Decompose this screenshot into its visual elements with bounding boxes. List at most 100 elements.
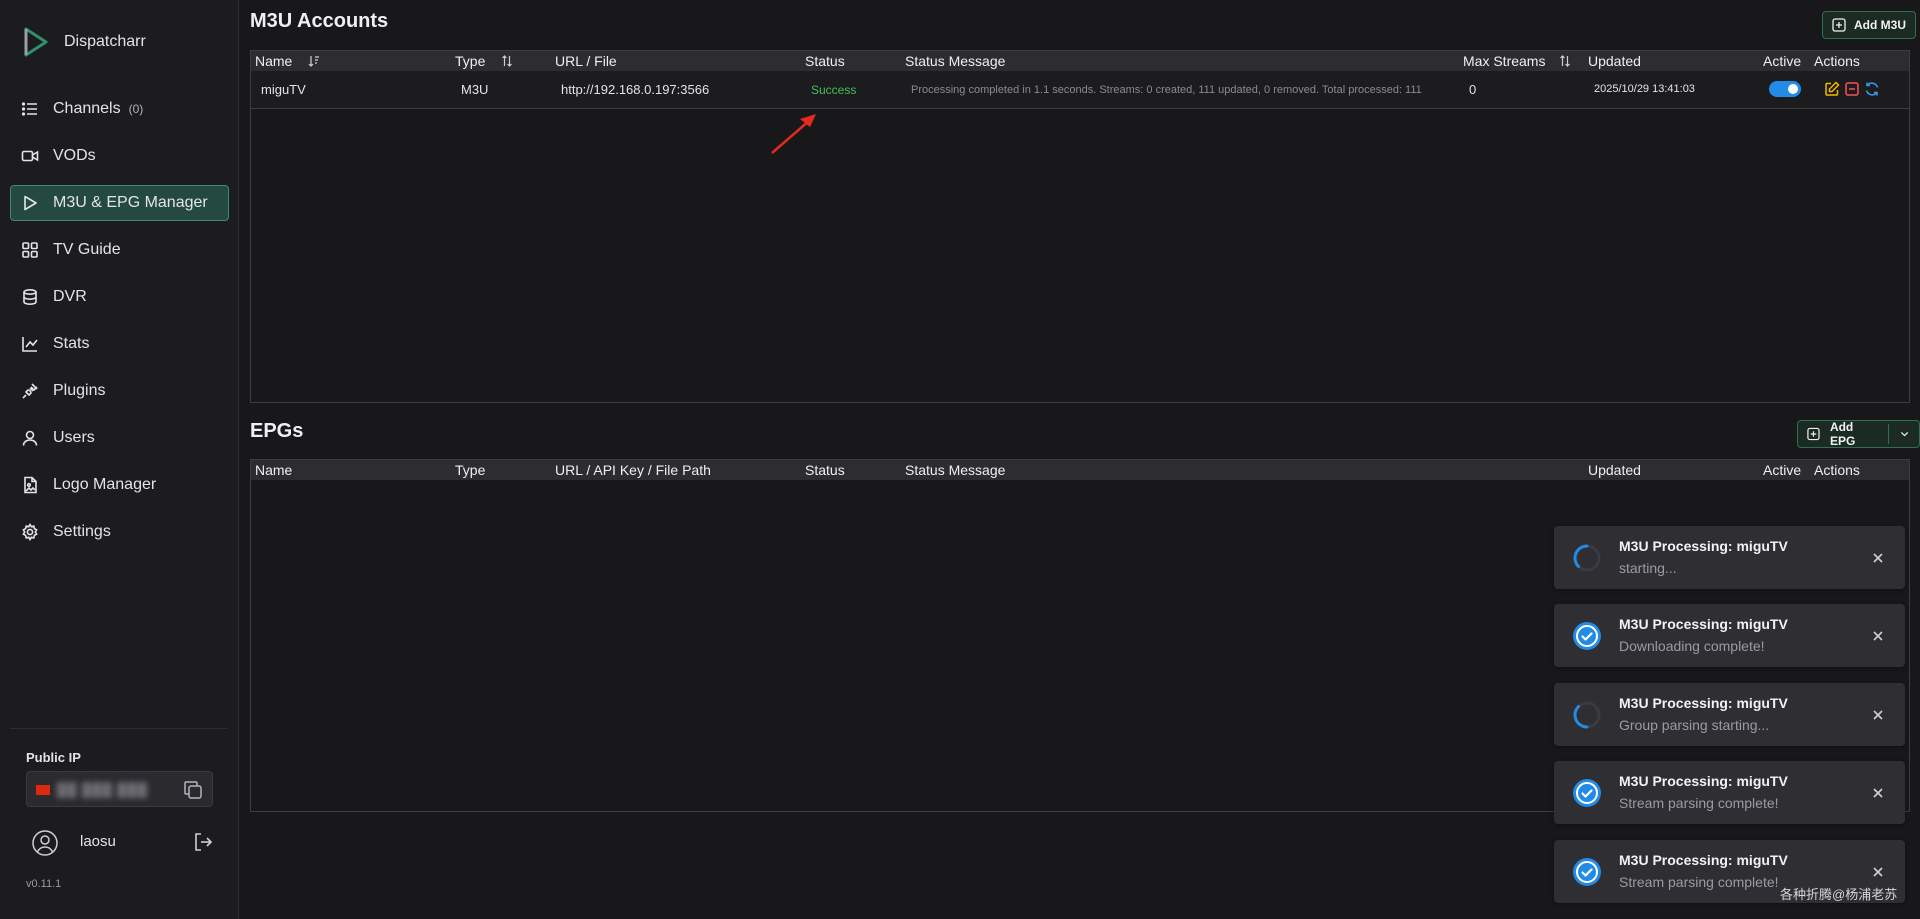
add-epg-button[interactable]: Add EPG: [1797, 420, 1920, 448]
add-m3u-label: Add M3U: [1854, 18, 1906, 32]
notification-toast: M3U Processing: miguTV Downloading compl…: [1554, 604, 1905, 667]
watermark: 各种折腾@杨浦老苏: [1780, 887, 1898, 902]
column-label: Active: [1763, 462, 1802, 478]
notification-message: Group parsing starting...: [1619, 717, 1770, 733]
column-label: Type: [455, 53, 486, 69]
sidebar-item-stats[interactable]: Stats: [10, 326, 229, 362]
epg-section-title: EPGs: [250, 420, 304, 442]
sidebar-item-settings[interactable]: Settings: [10, 514, 229, 550]
column-label: URL / API Key / File Path: [555, 462, 711, 478]
epg-table-header: Name Type URL / API Key / File Path Stat…: [251, 460, 1909, 480]
edit-icon[interactable]: [1824, 81, 1840, 97]
file-image-icon: [24, 476, 37, 494]
china-flag-icon: [36, 785, 50, 795]
column-label: Type: [455, 462, 486, 478]
notification-title: M3U Processing: miguTV: [1619, 695, 1788, 711]
public-ip-value: ██ ███ ███: [57, 782, 148, 797]
column-header-active: Active: [1763, 462, 1801, 478]
notification-toast: M3U Processing: miguTV Group parsing sta…: [1554, 683, 1905, 746]
notification-title: M3U Processing: miguTV: [1619, 616, 1788, 632]
column-header-actions: Actions: [1814, 462, 1860, 478]
close-icon[interactable]: [1871, 786, 1885, 800]
delete-icon[interactable]: [1844, 81, 1860, 97]
chevron-down-icon[interactable]: [1899, 428, 1910, 440]
sidebar-item-channels[interactable]: Channels (0): [10, 91, 229, 127]
column-header-status: Status: [805, 462, 845, 478]
sidebar-item-vods[interactable]: VODs: [10, 138, 229, 174]
sort-icon[interactable]: [501, 55, 513, 67]
column-header-max-streams[interactable]: Max Streams: [1463, 53, 1571, 69]
public-ip-label: Public IP: [26, 750, 81, 765]
notification-toast: M3U Processing: miguTV starting...: [1554, 526, 1905, 589]
app-name: Dispatcharr: [64, 33, 146, 50]
sidebar-item-plugins[interactable]: Plugins: [10, 373, 229, 409]
column-header-type: Type: [455, 462, 485, 478]
close-icon[interactable]: [1871, 708, 1885, 722]
notification-title: M3U Processing: miguTV: [1619, 773, 1788, 789]
database-icon: [23, 288, 37, 306]
column-label: Name: [255, 53, 293, 69]
close-icon[interactable]: [1871, 551, 1885, 565]
check-circle-icon: [1573, 858, 1601, 886]
table-row[interactable]: miguTV M3U http://192.168.0.197:3566 Suc…: [251, 71, 1909, 109]
column-header-updated: Updated: [1588, 53, 1641, 69]
m3u-table-header: Name Type URL / File Status Status Messa…: [251, 51, 1909, 71]
plug-icon: [22, 383, 38, 399]
sort-descending-icon[interactable]: [308, 55, 320, 67]
close-icon[interactable]: [1871, 865, 1885, 879]
copy-icon[interactable]: [182, 779, 204, 801]
sidebar-divider: [10, 728, 228, 729]
user-avatar-icon[interactable]: [30, 828, 60, 858]
username: laosu: [80, 833, 116, 850]
sidebar-item-label: DVR: [53, 288, 87, 305]
sidebar-item-label: Logo Manager: [53, 476, 157, 493]
column-header-status-message: Status Message: [905, 53, 1005, 69]
main-nav: Channels (0) VODs M3U & EPG Manager TV G…: [10, 91, 229, 561]
logout-icon[interactable]: [192, 831, 214, 853]
notification-message: Stream parsing complete!: [1619, 795, 1779, 811]
video-icon: [21, 150, 39, 162]
chart-line-icon: [22, 337, 38, 352]
refresh-icon[interactable]: [1864, 81, 1880, 97]
column-label: Active: [1763, 53, 1802, 69]
column-header-url: URL / API Key / File Path: [555, 462, 711, 478]
column-header-status: Status: [805, 53, 845, 69]
grid-icon: [22, 242, 38, 258]
column-label: Actions: [1814, 53, 1860, 69]
sidebar-item-logo-manager[interactable]: Logo Manager: [10, 467, 229, 503]
column-label: Status Message: [905, 53, 1006, 69]
sidebar-item-label: Stats: [53, 335, 90, 352]
m3u-url: http://192.168.0.197:3566: [561, 82, 710, 97]
column-label: Updated: [1588, 462, 1641, 478]
close-icon[interactable]: [1871, 629, 1885, 643]
channel-count-badge: (0): [128, 102, 144, 116]
check-circle-icon: [1573, 622, 1601, 650]
brand[interactable]: Dispatcharr: [22, 26, 146, 58]
column-header-actions: Actions: [1814, 53, 1860, 69]
notification-message: Downloading complete!: [1619, 638, 1765, 654]
add-epg-label: Add EPG: [1829, 420, 1856, 448]
updated-timestamp: 2025/10/29 13:41:03: [1594, 83, 1695, 95]
sidebar-item-m3u-epg-manager[interactable]: M3U & EPG Manager: [10, 185, 229, 221]
sidebar-item-label: Users: [53, 429, 95, 446]
sidebar-item-dvr[interactable]: DVR: [10, 279, 229, 315]
m3u-name: miguTV: [261, 82, 306, 97]
add-m3u-button[interactable]: Add M3U: [1822, 11, 1916, 39]
sidebar-item-label: TV Guide: [53, 241, 121, 258]
gear-icon: [22, 523, 38, 541]
sort-icon[interactable]: [1559, 55, 1571, 67]
m3u-table: Name Type URL / File Status Status Messa…: [250, 50, 1910, 403]
dispatcharr-logo-icon: [24, 27, 48, 57]
notification-title: M3U Processing: miguTV: [1619, 852, 1788, 868]
sidebar-item-users[interactable]: Users: [10, 420, 229, 456]
button-divider: [1888, 424, 1889, 444]
column-label: Status: [805, 53, 845, 69]
active-toggle[interactable]: [1769, 81, 1801, 97]
sidebar-item-tv-guide[interactable]: TV Guide: [10, 232, 229, 268]
plus-square-icon: [1807, 427, 1820, 441]
annotation-arrow-icon: [771, 114, 816, 154]
column-header-type[interactable]: Type: [455, 53, 513, 69]
column-header-name[interactable]: Name: [255, 53, 320, 69]
column-header-status-message: Status Message: [905, 462, 1005, 478]
column-label: URL / File: [555, 53, 617, 69]
